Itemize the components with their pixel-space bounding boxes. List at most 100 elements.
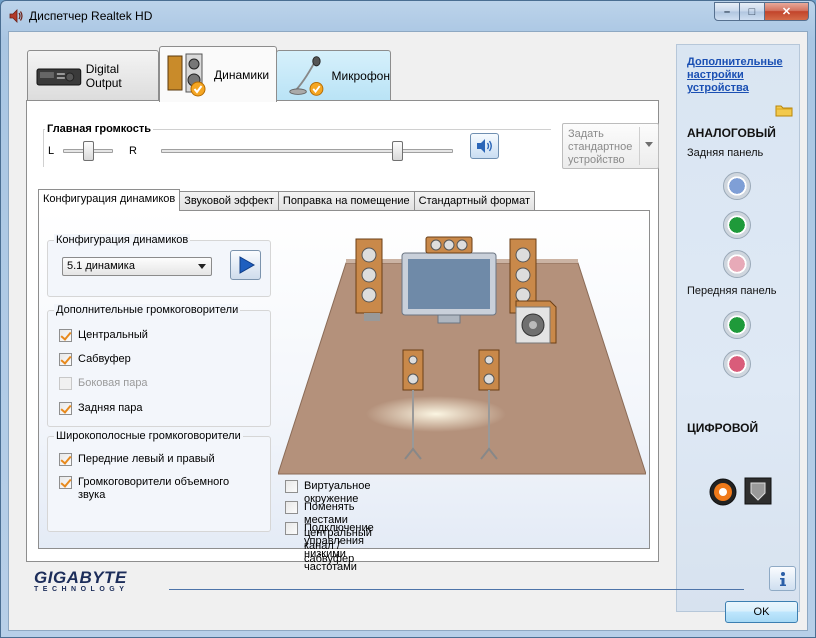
checkbox-center[interactable]: Центральный [59, 329, 148, 342]
dropdown-separator [639, 127, 640, 165]
advanced-settings-link[interactable]: Дополнительные настройки устройства [687, 56, 792, 95]
front-lr-label: Передние левый и правый [78, 453, 215, 465]
tab-microphone-label: Микрофон [331, 69, 390, 83]
fullrange-speakers-title: Широкополосные громкоговорители [54, 430, 243, 442]
checkbox-surround[interactable]: Громкоговорители объемного звука [59, 476, 229, 502]
info-button[interactable] [769, 566, 796, 591]
minimize-icon: – [723, 5, 731, 18]
tab-room-correction[interactable]: Поправка на помещение [277, 191, 415, 211]
speaker-config-group: Конфигурация динамиков 5.1 динамика [47, 234, 271, 297]
front-panel-label: Передняя панель [687, 285, 777, 297]
front-jack-green[interactable] [723, 311, 751, 339]
brand-name: GIGABYTE [34, 568, 127, 587]
checkbox-front-lr[interactable]: Передние левый и правый [59, 453, 215, 466]
ok-button[interactable]: OK [725, 601, 798, 623]
window-title: Диспетчер Realtek HD [29, 9, 153, 23]
brand-tagline: TECHNOLOGY [34, 586, 129, 593]
close-button[interactable]: ✕ [765, 2, 809, 21]
side-pair-label: Боковая пара [78, 377, 148, 389]
speaker-configuration-panel: Конфигурация динамиков 5.1 динамика Допо… [38, 210, 650, 573]
side-pair-checkbox [59, 377, 72, 390]
footer-divider [169, 589, 744, 590]
realtek-window: Диспетчер Realtek HD – □ ✕ Digital Outpu… [0, 0, 816, 638]
play-icon [239, 256, 255, 274]
subwoofer-label: Сабвуфер [78, 353, 131, 365]
volume-slider-track[interactable] [161, 149, 453, 153]
virtual-surround-checkbox[interactable] [285, 480, 298, 493]
play-test-button[interactable] [230, 250, 261, 280]
caption-buttons: – □ ✕ [714, 2, 809, 21]
close-icon: ✕ [781, 6, 792, 18]
maximize-icon: □ [748, 5, 756, 18]
microphone-icon [289, 56, 324, 96]
subwoofer-checkbox[interactable] [59, 353, 72, 366]
set-default-device-button[interactable]: Задать стандартное устройство [562, 123, 659, 169]
front-jack-pink[interactable] [723, 350, 751, 378]
gigabyte-logo: GIGABYTE TECHNOLOGY [34, 568, 154, 598]
sub-tabs: Конфигурация динамиков Звуковой эффект П… [38, 189, 536, 211]
set-default-line1: Задать [568, 128, 604, 140]
speaker-room-illustration[interactable] [278, 219, 646, 477]
tab-microphone[interactable]: Микрофон [276, 50, 391, 101]
rear-jack-green[interactable] [723, 211, 751, 239]
center-label: Центральный [78, 329, 148, 341]
advanced-link-line3: устройства [687, 82, 749, 94]
surround-checkbox[interactable] [59, 476, 72, 489]
tab-speakers-label: Динамики [214, 67, 270, 82]
analog-title: АНАЛОГОВЫЙ [687, 126, 776, 140]
balance-right-label: R [129, 145, 137, 157]
coaxial-output-icon[interactable] [708, 477, 738, 507]
balance-left-label: L [48, 145, 55, 157]
set-default-line3: устройство [568, 154, 625, 166]
tab-digital-output[interactable]: Digital Output [27, 50, 159, 101]
tab-default-format[interactable]: Стандартный формат [413, 191, 536, 211]
checkbox-side-pair: Боковая пара [59, 377, 148, 390]
minimize-button[interactable]: – [714, 2, 740, 21]
front-lr-checkbox[interactable] [59, 453, 72, 466]
select-chevron-down-icon [198, 264, 206, 269]
master-volume-title: Главная громкость [45, 123, 154, 135]
tab-digital-output-label: Digital Output [85, 62, 122, 90]
connector-panel: Дополнительные настройки устройства АНАЛ… [676, 44, 800, 612]
tab-sound-effect[interactable]: Звуковой эффект [179, 191, 279, 211]
volume-slider-thumb[interactable] [392, 141, 404, 161]
tab-speaker-configuration[interactable]: Конфигурация динамиков [38, 189, 181, 211]
tab-speakers[interactable]: Динамики [159, 46, 277, 102]
chevron-down-icon[interactable] [645, 142, 653, 147]
swap-center-sub-checkbox[interactable] [285, 501, 298, 514]
center-checkbox[interactable] [59, 329, 72, 342]
digital-output-icon [36, 68, 82, 86]
checkbox-subwoofer[interactable]: Сабвуфер [59, 353, 131, 366]
rear-pair-label: Задняя пара [78, 402, 143, 414]
optical-output-icon[interactable] [744, 477, 772, 505]
speakers-icon [167, 53, 206, 96]
info-icon [779, 571, 786, 586]
balance-slider-thumb[interactable] [82, 141, 94, 161]
volume-speaker-icon [476, 139, 492, 153]
extra-speakers-group: Дополнительные громкоговорители Централь… [47, 304, 271, 427]
title-bar[interactable]: Диспетчер Realtek HD – □ ✕ [1, 1, 815, 31]
surround-label-line2: звука [78, 489, 106, 501]
digital-title: ЦИФРОВОЙ [687, 421, 759, 435]
bass-management-label: Подключение управления низкими частотами [304, 522, 374, 573]
client-area: Digital Output Динамики Микрофон Главная… [8, 31, 808, 631]
rear-panel-label: Задняя панель [687, 147, 764, 159]
rear-jack-pink[interactable] [723, 250, 751, 278]
checkbox-rear-pair[interactable]: Задняя пара [59, 402, 143, 415]
surround-label-line1: Громкоговорители объемного [78, 476, 230, 488]
checkbox-bass-management[interactable]: Подключение управления низкими частотами [285, 522, 374, 574]
rear-pair-checkbox[interactable] [59, 402, 72, 415]
rear-jack-blue[interactable] [723, 172, 751, 200]
advanced-link-line1: Дополнительные [687, 56, 783, 68]
speaker-config-title: Конфигурация динамиков [54, 234, 191, 246]
fullrange-speakers-group: Широкополосные громкоговорители Передние… [47, 430, 271, 532]
mute-button[interactable] [470, 133, 499, 159]
speaker-config-value: 5.1 динамика [67, 260, 135, 272]
folder-icon[interactable] [775, 103, 793, 117]
bass-management-checkbox[interactable] [285, 522, 298, 535]
speaker-app-icon [9, 9, 23, 23]
advanced-link-line2: настройки [687, 69, 744, 81]
speaker-config-select[interactable]: 5.1 динамика [62, 257, 212, 276]
maximize-button[interactable]: □ [740, 2, 765, 21]
speakers-panel: Главная громкость L R Задать стандартное… [26, 100, 659, 573]
